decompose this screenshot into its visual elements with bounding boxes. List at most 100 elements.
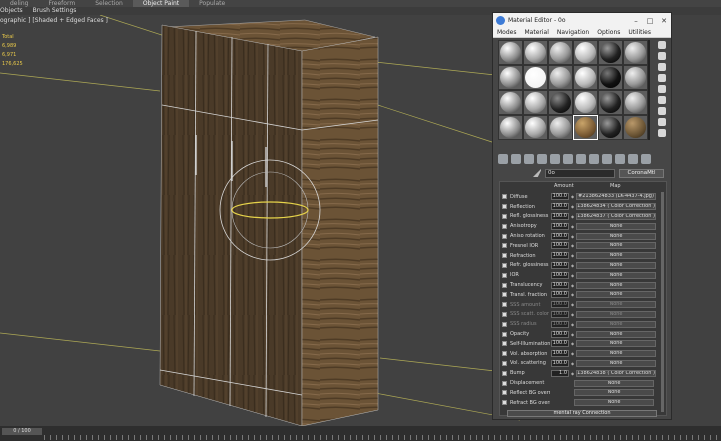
material-type-button[interactable]: CoronaMtl — [619, 168, 664, 178]
make-unique-icon[interactable] — [563, 154, 573, 164]
map-amount-field[interactable]: 1.0 — [551, 369, 569, 377]
map-slot-button[interactable]: #2138624833 (LK-4437-4.jpg) — [576, 193, 656, 201]
map-amount-field[interactable]: 100.0 — [551, 291, 569, 299]
map-slot-button[interactable]: None — [576, 340, 656, 348]
sample-slot[interactable] — [523, 40, 548, 65]
map-enable-checkbox[interactable] — [502, 321, 507, 327]
amount-spinner-icon[interactable]: ◆ — [571, 272, 574, 279]
amount-spinner-icon[interactable]: ◆ — [571, 252, 574, 259]
sample-slot[interactable] — [523, 65, 548, 90]
map-enable-checkbox[interactable] — [502, 243, 507, 249]
map-enable-checkbox[interactable] — [502, 380, 507, 386]
select-by-material-icon[interactable] — [658, 118, 666, 126]
sample-slot[interactable] — [498, 40, 523, 65]
sample-slot[interactable] — [523, 90, 548, 115]
menu-navigation[interactable]: Navigation — [553, 28, 593, 37]
uv-tiling-icon[interactable] — [658, 74, 666, 82]
amount-spinner-icon[interactable]: ◆ — [571, 370, 574, 377]
menu-material[interactable]: Material — [520, 28, 552, 37]
amount-spinner-icon[interactable]: ◆ — [571, 203, 574, 210]
sample-slot[interactable] — [623, 40, 648, 65]
material-editor-titlebar[interactable]: Material Editor - 0o – □ ✕ — [493, 13, 671, 28]
map-amount-field[interactable]: 100.0 — [551, 212, 569, 220]
map-slot-button[interactable]: None — [576, 242, 656, 250]
go-to-parent-icon[interactable] — [628, 154, 638, 164]
assign-material-icon[interactable] — [524, 154, 534, 164]
map-enable-checkbox[interactable] — [502, 400, 507, 406]
amount-spinner-icon[interactable]: ◆ — [571, 223, 574, 230]
map-slot-button[interactable]: None — [576, 271, 656, 279]
amount-spinner-icon[interactable]: ◆ — [571, 350, 574, 357]
map-enable-checkbox[interactable] — [502, 331, 507, 337]
map-enable-checkbox[interactable] — [502, 204, 507, 210]
close-icon[interactable]: ✕ — [657, 17, 671, 25]
ribbon-tab-freeform[interactable]: Freeform — [38, 0, 85, 7]
map-slot-button[interactable]: None — [576, 359, 656, 367]
map-slot-button[interactable]: None — [576, 350, 656, 358]
time-slider[interactable]: 0 / 100 — [2, 428, 42, 435]
map-slot-button[interactable]: None — [576, 291, 656, 299]
map-slot-button[interactable]: None — [576, 261, 656, 269]
map-amount-field[interactable]: 100.0 — [551, 281, 569, 289]
sample-slot[interactable] — [598, 115, 623, 140]
map-slot-button[interactable]: None — [576, 222, 656, 230]
mental-ray-connection-rollout[interactable]: mental ray Connection — [507, 410, 657, 417]
sample-slot[interactable] — [573, 90, 598, 115]
map-enable-checkbox[interactable] — [502, 302, 507, 308]
map-amount-field[interactable]: 100.0 — [551, 359, 569, 367]
map-enable-checkbox[interactable] — [502, 194, 507, 200]
ribbon-tab-populate[interactable]: Populate — [189, 0, 235, 7]
sample-slot[interactable] — [548, 115, 573, 140]
menu-utilities[interactable]: Utilities — [624, 28, 655, 37]
amount-spinner-icon[interactable]: ◆ — [571, 340, 574, 347]
map-slot-button[interactable]: None — [576, 330, 656, 338]
map-enable-checkbox[interactable] — [502, 272, 507, 278]
background-icon[interactable] — [658, 63, 666, 71]
map-amount-field[interactable]: 100.0 — [551, 310, 569, 318]
map-slot-button[interactable]: None — [576, 320, 656, 328]
sample-slot[interactable] — [598, 40, 623, 65]
copy-material-icon[interactable] — [550, 154, 560, 164]
amount-spinner-icon[interactable]: ◆ — [571, 233, 574, 240]
amount-spinner-icon[interactable]: ◆ — [571, 360, 574, 367]
sample-slot[interactable] — [498, 90, 523, 115]
sample-slot[interactable] — [523, 115, 548, 140]
sample-type-icon[interactable] — [658, 41, 666, 49]
map-slot-button[interactable]: None — [576, 301, 656, 309]
go-forward-icon[interactable] — [641, 154, 651, 164]
map-amount-field[interactable]: 100.0 — [551, 350, 569, 358]
map-enable-checkbox[interactable] — [502, 390, 507, 396]
map-enable-checkbox[interactable] — [502, 213, 507, 219]
map-enable-checkbox[interactable] — [502, 370, 507, 376]
viewport-label[interactable]: ographic ] [Shaded + Edged Faces ] — [0, 17, 108, 24]
amount-spinner-icon[interactable]: ◆ — [571, 213, 574, 220]
map-enable-checkbox[interactable] — [502, 282, 507, 288]
sample-slot[interactable] — [548, 90, 573, 115]
ribbon-tab-selection[interactable]: Selection — [85, 0, 133, 7]
map-enable-checkbox[interactable] — [502, 262, 507, 268]
backlight-icon[interactable] — [658, 52, 666, 60]
ribbon-tab-object-paint[interactable]: Object Paint — [132, 0, 190, 7]
reset-map-icon[interactable] — [537, 154, 547, 164]
sample-slot[interactable] — [598, 65, 623, 90]
sample-slot[interactable] — [623, 65, 648, 90]
sample-slot[interactable] — [498, 115, 523, 140]
sample-slot[interactable] — [548, 65, 573, 90]
map-amount-field[interactable]: 100.0 — [551, 193, 569, 201]
amount-spinner-icon[interactable]: ◆ — [571, 242, 574, 249]
material-id-icon[interactable] — [589, 154, 599, 164]
map-amount-field[interactable]: 100.0 — [551, 320, 569, 328]
subbar-brush-settings[interactable]: Brush Settings — [33, 7, 77, 14]
sample-slot[interactable] — [623, 90, 648, 115]
sample-slot[interactable] — [623, 115, 648, 140]
map-slot-button[interactable]: None — [576, 232, 656, 240]
show-end-result-icon[interactable] — [615, 154, 625, 164]
minimize-icon[interactable]: – — [629, 17, 643, 25]
map-amount-field[interactable]: 100.0 — [551, 222, 569, 230]
map-amount-field[interactable]: 100.0 — [551, 252, 569, 260]
map-enable-checkbox[interactable] — [502, 351, 507, 357]
map-slot-button[interactable]: 138624834 ( Color Correction ) — [576, 203, 656, 211]
map-slot-button[interactable]: None — [574, 389, 654, 397]
map-amount-field[interactable]: 100.0 — [551, 271, 569, 279]
map-enable-checkbox[interactable] — [502, 360, 507, 366]
